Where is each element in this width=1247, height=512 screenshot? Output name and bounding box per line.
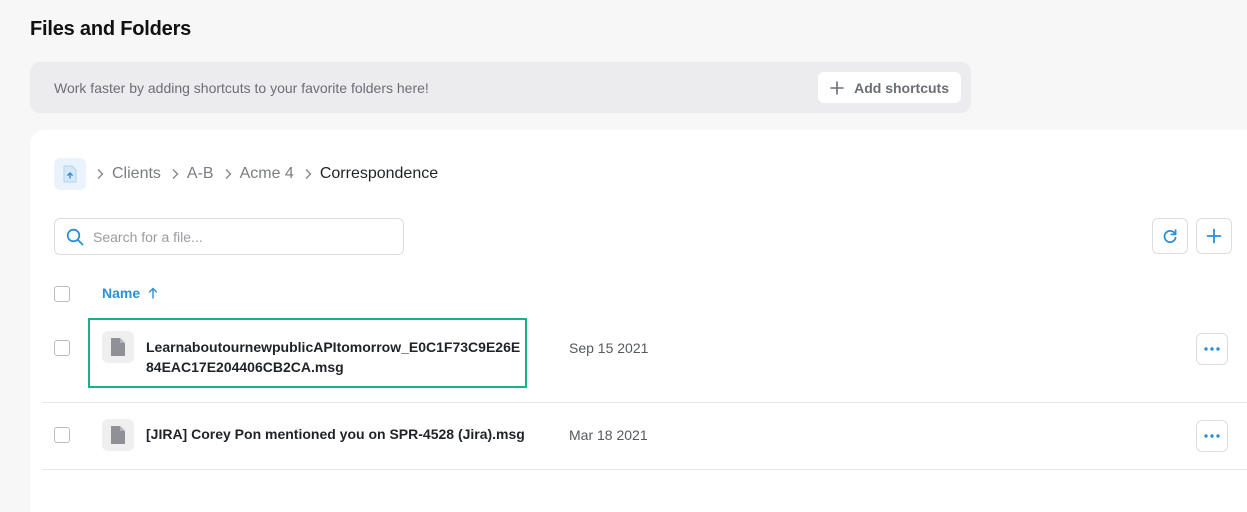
search-icon bbox=[66, 228, 84, 245]
chevron-right-icon bbox=[304, 168, 312, 180]
row-checkbox[interactable] bbox=[54, 340, 70, 356]
name-column-header[interactable]: Name bbox=[102, 285, 158, 301]
breadcrumb: Clients A-B Acme 4 Correspondence bbox=[54, 158, 438, 190]
more-horizontal-icon bbox=[1204, 434, 1220, 438]
refresh-button[interactable] bbox=[1152, 218, 1188, 254]
row-divider bbox=[42, 402, 1247, 403]
more-options-button[interactable] bbox=[1196, 333, 1228, 365]
row-checkbox[interactable] bbox=[54, 427, 70, 443]
file-icon bbox=[102, 331, 134, 363]
chevron-right-icon bbox=[171, 168, 179, 180]
page-title: Files and Folders bbox=[30, 18, 192, 40]
row-divider bbox=[42, 469, 1247, 470]
add-shortcuts-label: Add shortcuts bbox=[854, 79, 949, 96]
add-file-button[interactable] bbox=[1196, 218, 1232, 254]
chevron-right-icon bbox=[96, 168, 104, 180]
shortcuts-banner: Work faster by adding shortcuts to your … bbox=[30, 62, 971, 113]
more-options-button[interactable] bbox=[1196, 420, 1228, 452]
breadcrumb-item-correspondence: Correspondence bbox=[319, 165, 439, 182]
file-name[interactable]: LearnaboutournewpublicAPItomorrow_E0C1F7… bbox=[146, 337, 524, 377]
breadcrumb-item-clients[interactable]: Clients bbox=[112, 165, 161, 183]
sort-ascending-icon bbox=[148, 287, 158, 299]
name-column-label: Name bbox=[102, 285, 141, 301]
folder-home-icon[interactable] bbox=[54, 158, 86, 190]
search-input[interactable] bbox=[93, 228, 373, 245]
shortcuts-message: Work faster by adding shortcuts to your … bbox=[54, 79, 429, 96]
plus-icon bbox=[830, 80, 844, 95]
breadcrumb-item-acme-4[interactable]: Acme 4 bbox=[240, 165, 294, 183]
file-name[interactable]: [JIRA] Corey Pon mentioned you on SPR-45… bbox=[146, 424, 525, 444]
plus-icon bbox=[1206, 228, 1222, 244]
breadcrumb-item-a-b[interactable]: A-B bbox=[187, 165, 214, 183]
refresh-icon bbox=[1163, 229, 1177, 244]
more-horizontal-icon bbox=[1204, 347, 1220, 351]
file-date: Sep 15 2021 bbox=[569, 340, 649, 356]
file-date: Mar 18 2021 bbox=[569, 427, 648, 443]
select-all-checkbox[interactable] bbox=[54, 286, 70, 302]
chevron-right-icon bbox=[224, 168, 232, 180]
file-browser-panel: Clients A-B Acme 4 Correspondence Search… bbox=[30, 130, 1247, 512]
search-field[interactable] bbox=[54, 218, 404, 255]
add-shortcuts-button[interactable]: Add shortcuts bbox=[818, 72, 961, 103]
file-icon bbox=[102, 419, 134, 451]
